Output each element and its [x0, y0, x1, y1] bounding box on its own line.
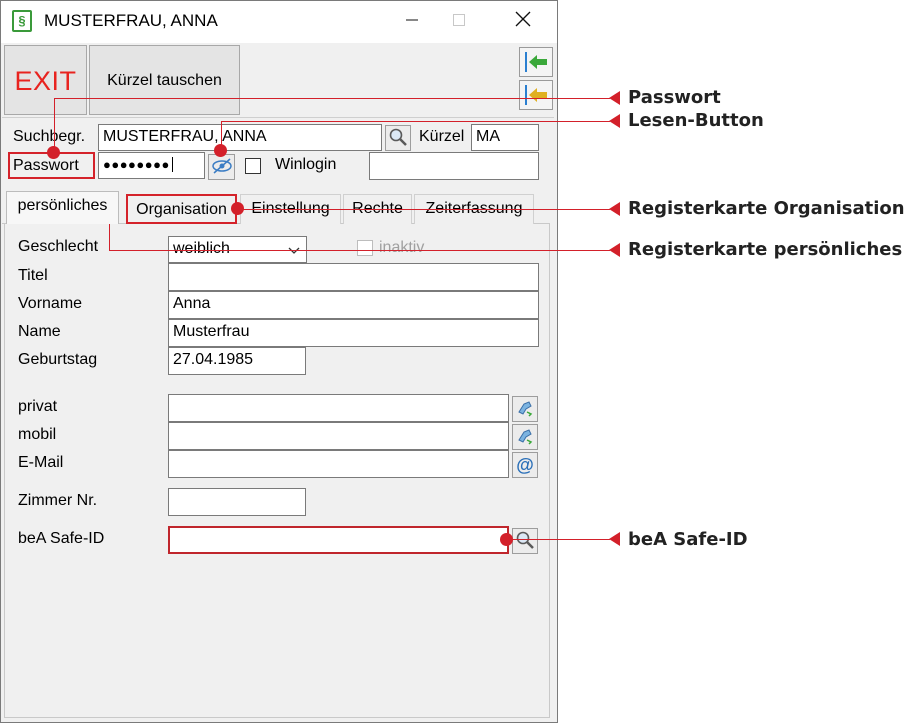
- privat-dial-button[interactable]: [512, 396, 538, 422]
- callout-bea-safe-id: beA Safe-ID: [628, 529, 748, 550]
- callout-arrowhead: [609, 202, 620, 216]
- app-paragraph-icon: §: [12, 10, 32, 32]
- bea-safe-id-label: beA Safe-ID: [18, 530, 105, 547]
- inaktiv-checkbox: [357, 240, 373, 256]
- suchbegr-label: Suchbegr.: [13, 128, 86, 145]
- maximize-button: [436, 6, 482, 36]
- tab-organisation[interactable]: Organisation: [126, 194, 237, 224]
- close-icon: [515, 11, 531, 27]
- vorname-label: Vorname: [18, 295, 83, 312]
- winlogin-checkbox[interactable]: [245, 158, 261, 174]
- callout-lesen-button: Lesen-Button: [628, 110, 764, 131]
- callout-arrowhead: [609, 114, 620, 128]
- chevron-down-icon: [288, 247, 300, 254]
- email-label: E-Mail: [18, 454, 64, 471]
- callout-line-persoenliches: [109, 250, 610, 251]
- callout-arrowhead: [609, 532, 620, 546]
- at-sign-icon: @: [516, 455, 534, 475]
- lesen-button[interactable]: [208, 154, 235, 180]
- magnifier-icon: [389, 128, 407, 146]
- callout-line-lesen: [221, 121, 610, 122]
- back-yellow-button[interactable]: [519, 80, 553, 110]
- passwort-input[interactable]: ●●●●●●●●: [98, 152, 205, 179]
- name-label: Name: [18, 323, 61, 340]
- bea-search-button[interactable]: [512, 528, 538, 554]
- arrow-left-yellow-icon: [525, 85, 547, 105]
- callout-dot-bea: [500, 533, 513, 546]
- minimize-button[interactable]: [389, 6, 435, 36]
- privat-label: privat: [18, 398, 58, 415]
- mobil-label: mobil: [18, 426, 57, 443]
- phone-dial-icon: [518, 401, 533, 417]
- callout-line-bea: [507, 539, 610, 540]
- mobil-input[interactable]: [168, 422, 509, 450]
- email-send-button[interactable]: @: [512, 452, 538, 478]
- bea-safe-id-input[interactable]: [168, 526, 509, 554]
- callout-arrowhead: [609, 91, 620, 105]
- suchbegr-input[interactable]: MUSTERFRAU, ANNA: [98, 124, 382, 151]
- vorname-input[interactable]: Anna: [168, 291, 539, 319]
- arrow-left-green-icon: [525, 52, 547, 72]
- callout-dot-organisation: [231, 202, 244, 215]
- mobil-dial-button[interactable]: [512, 424, 538, 450]
- winlogin-label: Winlogin: [275, 156, 337, 173]
- callout-line-organisation: [238, 209, 610, 210]
- callout-dot-passwort: [47, 146, 60, 159]
- magnifier-icon: [516, 531, 534, 549]
- geburtstag-input[interactable]: 27.04.1985: [168, 347, 306, 375]
- text-cursor: [171, 157, 173, 172]
- kurzel-tauschen-button[interactable]: Kürzel tauschen: [89, 45, 240, 115]
- geschlecht-value: weiblich: [173, 240, 230, 257]
- name-input[interactable]: Musterfrau: [168, 319, 539, 347]
- email-input[interactable]: [168, 450, 509, 478]
- window-title: MUSTERFRAU, ANNA: [44, 11, 218, 30]
- inaktiv-label: inaktiv: [379, 239, 425, 256]
- callout-dot-lesen: [214, 144, 227, 157]
- callout-line-passwort-v: [54, 98, 55, 153]
- tab-persoenliches[interactable]: persönliches: [6, 191, 119, 224]
- callout-arrowhead: [609, 243, 620, 257]
- titel-label: Titel: [18, 267, 48, 284]
- callout-registerkarte-organisation: Registerkarte Organisation: [628, 198, 905, 219]
- close-window-button[interactable]: [500, 6, 546, 36]
- geburtstag-label: Geburtstag: [18, 351, 98, 368]
- callout-registerkarte-persoenliches: Registerkarte persönliches: [628, 239, 903, 260]
- titel-input[interactable]: [168, 263, 539, 291]
- minimize-icon: [406, 19, 418, 21]
- phone-dial-icon: [518, 429, 533, 445]
- maximize-icon: [453, 14, 465, 26]
- passwort-value: ●●●●●●●●: [103, 157, 170, 172]
- winlogin-input[interactable]: [369, 152, 539, 180]
- zimmer-label: Zimmer Nr.: [18, 492, 98, 509]
- geschlecht-label: Geschlecht: [18, 238, 99, 255]
- callout-passwort: Passwort: [628, 87, 721, 108]
- search-button[interactable]: [385, 125, 411, 151]
- callout-line-passwort: [54, 98, 610, 99]
- separator: [2, 117, 554, 118]
- eye-hidden-icon: [211, 158, 232, 174]
- back-green-button[interactable]: [519, 47, 553, 77]
- zimmer-input[interactable]: [168, 488, 306, 516]
- exit-button[interactable]: EXIT: [4, 45, 87, 115]
- privat-input[interactable]: [168, 394, 509, 422]
- kurzel-label: Kürzel: [419, 128, 465, 145]
- kurzel-input[interactable]: MA: [471, 124, 539, 151]
